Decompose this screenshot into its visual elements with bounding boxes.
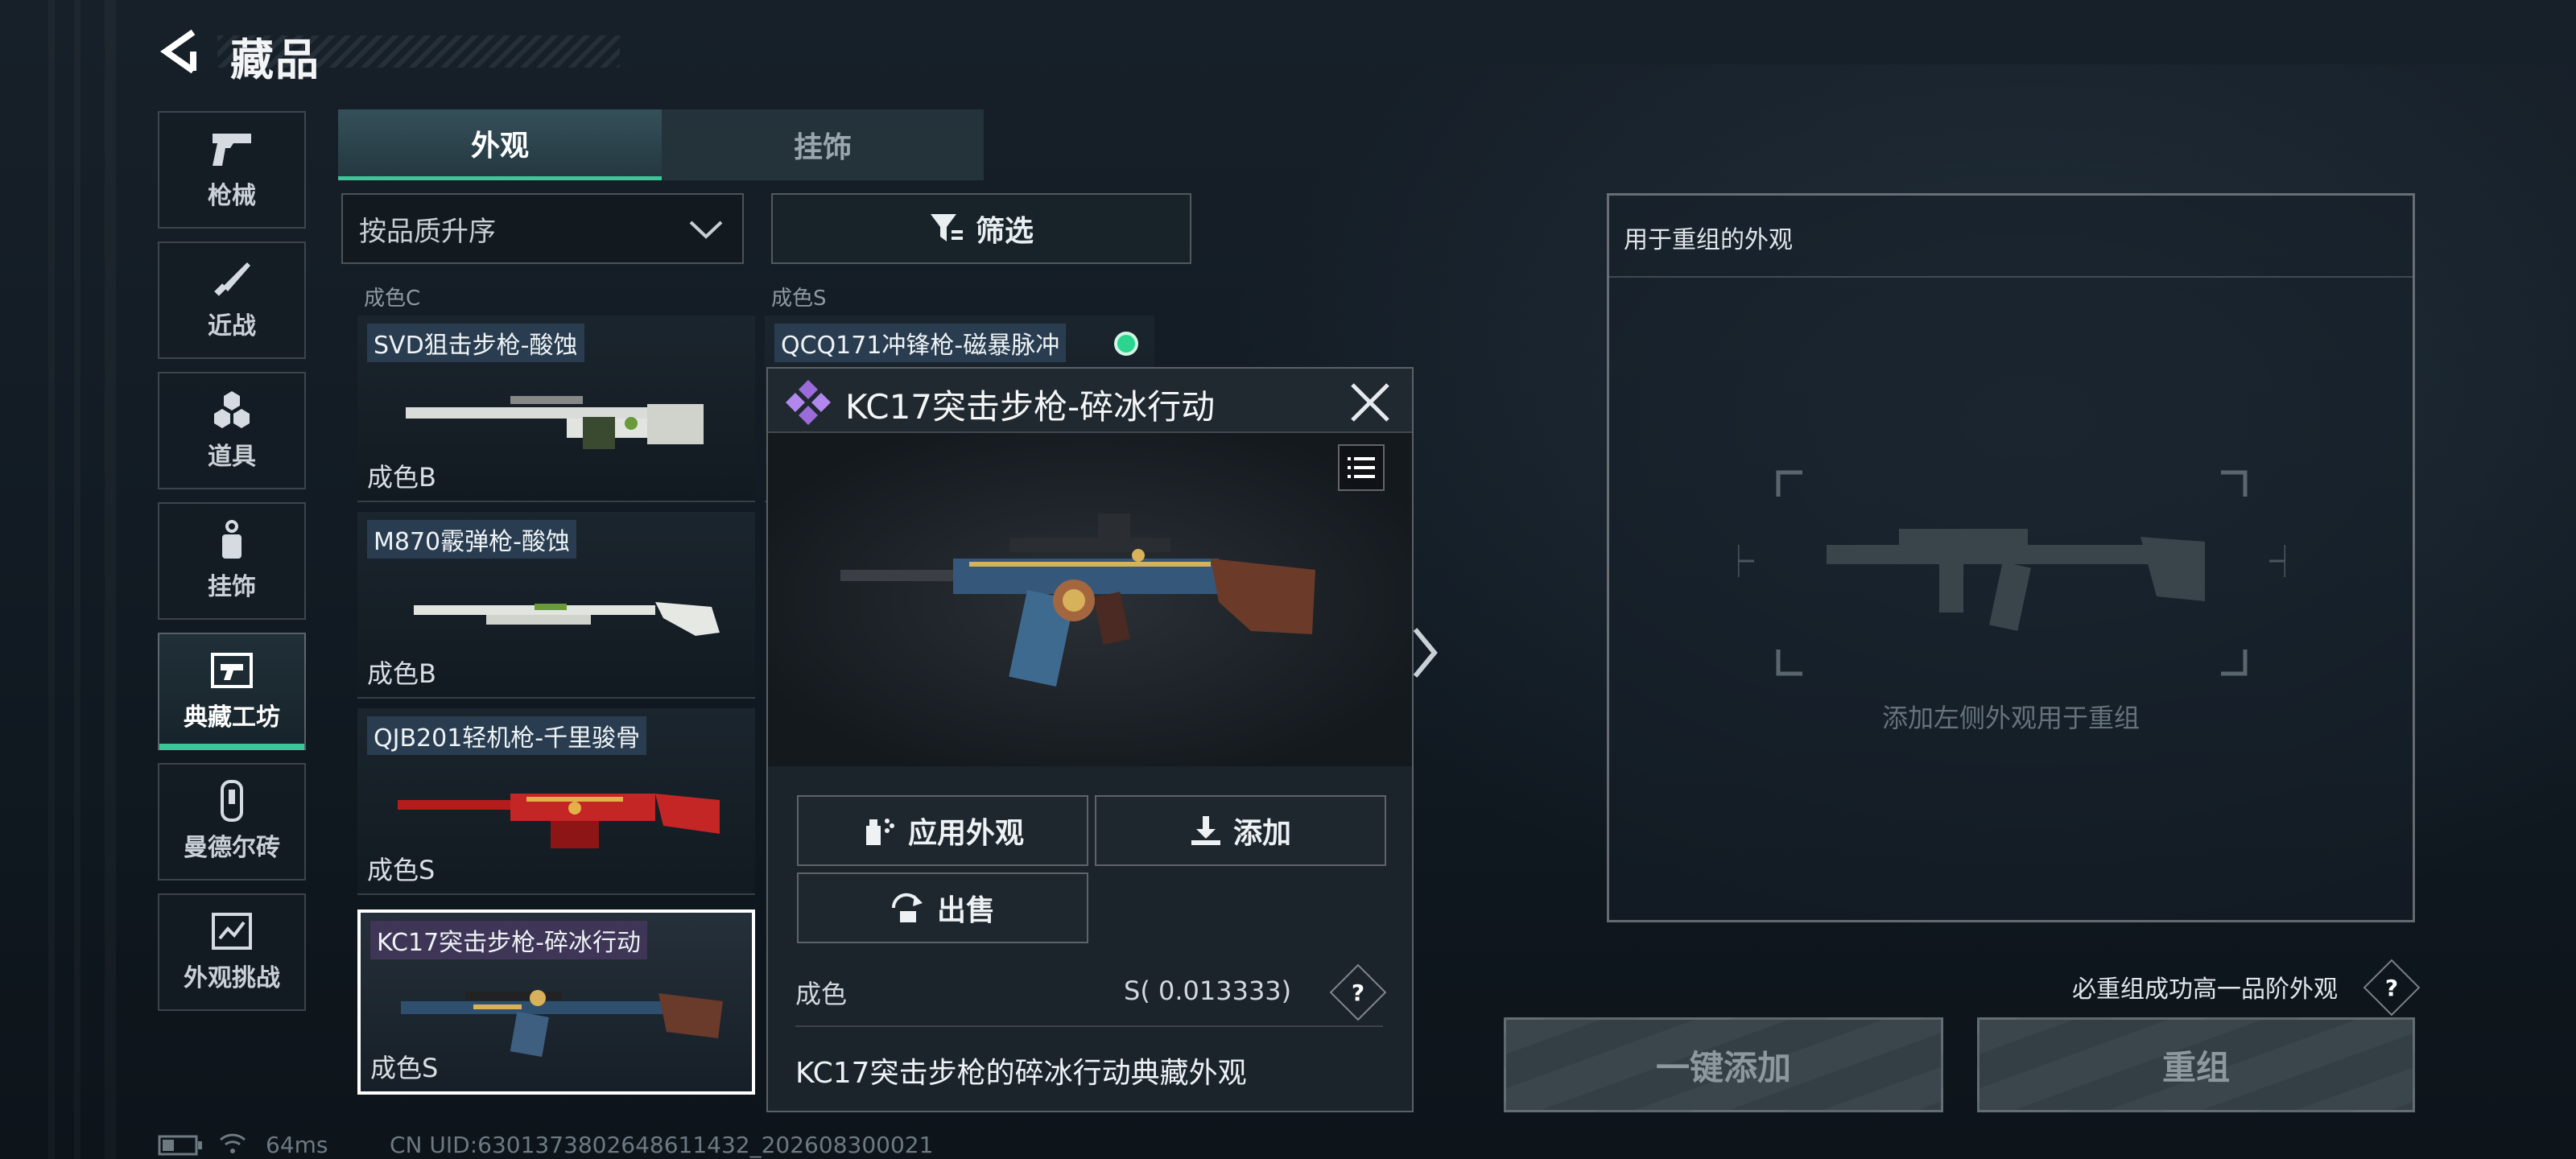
card-name: QJB201轻机枪-千里骏骨: [367, 716, 647, 755]
add-label: 添加: [1232, 817, 1291, 850]
recombine-button[interactable]: 重组: [1977, 1017, 2415, 1112]
grenades-icon: [209, 390, 254, 430]
sell-label: 出售: [936, 894, 995, 927]
recombine-panel-title: 用于重组的外观: [1624, 226, 1793, 254]
sidebar-item-charms[interactable]: 挂饰: [158, 502, 306, 620]
sidebar-item-melee[interactable]: 近战: [158, 241, 306, 359]
sidebar-item-label: 近战: [208, 312, 256, 340]
empty-slot-rifle-placeholder-icon[interactable]: [1738, 464, 2285, 682]
card-grade-partial: 成色S: [771, 287, 827, 311]
skin-card[interactable]: M870霰弹枪-酸蚀 成色B: [357, 512, 755, 699]
sidebar-item-skin-challenge[interactable]: 外观挑战: [158, 893, 306, 1011]
sell-button[interactable]: 出售: [797, 872, 1088, 943]
close-icon[interactable]: [1348, 380, 1393, 425]
card-grade: 成色S: [370, 1053, 439, 1083]
sidebar-item-label: 典藏工坊: [184, 703, 280, 732]
apply-skin-label: 应用外观: [907, 817, 1024, 850]
sidebar-item-mandel-brick[interactable]: 曼德尔砖: [158, 763, 306, 881]
filter-label: 筛选: [975, 215, 1034, 248]
list-icon: [1348, 457, 1375, 478]
grade-help-button[interactable]: ?: [1329, 963, 1387, 1021]
sidebar-item-label: 曼德尔砖: [184, 834, 280, 862]
sort-value: 按品质升序: [359, 215, 496, 248]
challenge-icon: [209, 911, 254, 951]
card-name: SVD狙击步枪-酸蚀: [367, 324, 584, 362]
card-name: KC17突击步枪-碎冰行动: [370, 921, 647, 959]
brick-icon: [209, 780, 254, 822]
download-icon: [1191, 816, 1220, 845]
sort-dropdown[interactable]: 按品质升序: [341, 193, 744, 264]
tab-charms[interactable]: 挂饰: [662, 109, 984, 180]
sidebar-item-items[interactable]: 道具: [158, 372, 306, 489]
skin-card[interactable]: SVD狙击步枪-酸蚀 成色B: [357, 316, 755, 502]
filter-button[interactable]: 筛选: [771, 193, 1191, 264]
card-grade-partial: 成色C: [364, 287, 421, 311]
sidebar-item-label: 枪械: [208, 182, 256, 210]
divider: [795, 1025, 1383, 1027]
sidebar-item-label: 外观挑战: [184, 964, 280, 992]
skin-detail-popup: KC17突击步枪-碎冰行动 应用外观 添加 出售 成色 S(0.013333)…: [766, 367, 1414, 1112]
recombine-panel: 用于重组的外观 添加左侧外观用于重组: [1607, 193, 2415, 922]
tab-appearance[interactable]: 外观: [338, 109, 662, 180]
back-button[interactable]: [158, 27, 206, 76]
knife-icon: [209, 259, 254, 299]
skin-description: KC17突击步枪的碎冰行动典藏外观: [795, 1057, 1247, 1090]
apply-skin-button[interactable]: 应用外观: [797, 795, 1088, 866]
new-indicator: [1114, 332, 1138, 356]
add-button[interactable]: 添加: [1095, 795, 1386, 866]
card-name: M870霰弹枪-酸蚀: [367, 520, 576, 559]
charm-icon: [209, 520, 254, 560]
sidebar-item-label: 道具: [208, 443, 256, 471]
kc17-rifle-preview-image: [840, 514, 1315, 687]
recombine-panel-header: 用于重组的外观: [1609, 196, 2413, 278]
chevron-down-icon: [689, 221, 723, 239]
rarity-diamond-icon: [786, 380, 831, 425]
card-grade: 成色S: [367, 855, 436, 885]
skin-card[interactable]: QJB201轻机枪-千里骏骨 成色S: [357, 708, 755, 895]
wifi-icon: [219, 1133, 246, 1153]
pistol-icon: [209, 129, 254, 169]
shotgun-image: [414, 602, 720, 636]
battery-icon: [158, 1135, 202, 1156]
sidebar-item-workshop[interactable]: 典藏工坊: [158, 633, 306, 750]
card-grade: 成色B: [367, 658, 436, 689]
filter-icon: [930, 214, 963, 241]
popup-header: KC17突击步枪-碎冰行动: [768, 369, 1412, 433]
grade-label: 成色: [795, 979, 848, 1009]
card-grade: 成色B: [367, 462, 436, 493]
one-click-add-button[interactable]: 一键添加: [1504, 1017, 1943, 1112]
page-title: 藏品: [230, 35, 320, 85]
workshop-icon: [209, 650, 254, 691]
card-name: QCQ171冲锋枪-磁暴脉冲: [774, 324, 1067, 362]
skin-card-selected[interactable]: KC17突击步枪-碎冰行动 成色S: [357, 909, 755, 1095]
back-arrow-icon: [160, 29, 196, 74]
uid-text: CN UID:6301373802648611432_202608300021: [390, 1132, 934, 1158]
help-icon: ?: [2384, 974, 2399, 1001]
popup-title: KC17突击步枪-碎冰行动: [845, 387, 1216, 427]
grade-value: S( 0.013333): [1124, 975, 1292, 1006]
light-machine-gun-image: [398, 794, 720, 848]
help-icon: ?: [1351, 979, 1365, 1006]
sell-icon: [891, 893, 923, 922]
guarantee-help-button[interactable]: ?: [2363, 959, 2421, 1017]
ping-text: 64ms: [266, 1132, 328, 1158]
details-list-button[interactable]: [1338, 444, 1385, 491]
spray-paint-icon: [865, 819, 894, 845]
assault-rifle-image: [401, 990, 723, 1058]
recombine-empty-hint: 添加左侧外观用于重组: [1881, 703, 2140, 733]
skin-preview: [768, 433, 1412, 766]
chevron-right-icon[interactable]: [1409, 625, 1441, 681]
sidebar-item-label: 挂饰: [208, 573, 256, 601]
sniper-rifle-image: [406, 396, 704, 449]
guarantee-text: 必重组成功高一品阶外观: [2072, 975, 2338, 1004]
sidebar-item-guns[interactable]: 枪械: [158, 111, 306, 229]
